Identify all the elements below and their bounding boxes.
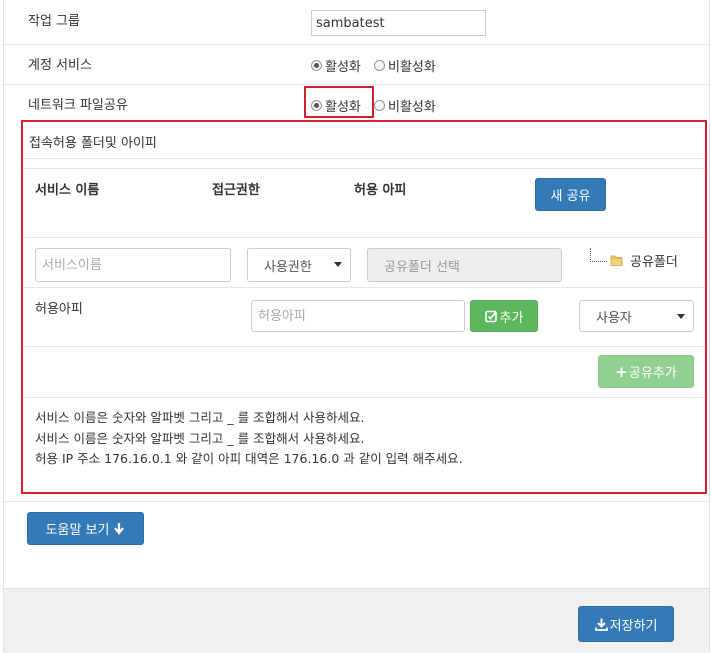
plus-icon: +	[615, 362, 628, 381]
enable-highlight-box	[304, 86, 374, 118]
allowed-ip-input[interactable]	[251, 300, 465, 332]
note-line: 서비스 이름은 숫자와 알파벳 그리고 _ 를 조합해서 사용하세요.	[35, 431, 365, 446]
arrow-down-icon	[114, 523, 125, 535]
add-share-button[interactable]: + 공유추가	[598, 355, 694, 388]
header-access: 접근권한	[212, 183, 260, 198]
header-allowed-ip: 허용 아피	[354, 183, 407, 198]
folder-icon[interactable]	[610, 253, 624, 267]
account-service-enable-label: 활성화	[325, 60, 361, 75]
download-icon	[594, 618, 608, 631]
workgroup-row: 작업 그룹	[4, 0, 709, 45]
help-button[interactable]: 도움말 보기	[27, 512, 144, 545]
samba-settings-page: 작업 그룹 계정 서비스 활성화 비활성화 네트워크 파일공유 활성화 비활성화…	[0, 0, 711, 653]
network-share-label: 네트워크 파일공유	[28, 98, 128, 113]
add-ip-button[interactable]: 추가	[470, 300, 538, 332]
permission-select-value: 사용권한	[264, 259, 312, 275]
header-service-name: 서비스 이름	[35, 183, 100, 198]
note-line: 서비스 이름은 숫자와 알파벳 그리고 _ 를 조합해서 사용하세요.	[35, 410, 365, 425]
divider	[23, 168, 705, 169]
check-square-icon	[484, 310, 497, 322]
note-line: 허용 IP 주소 176.16.0.1 와 같이 아피 대역은 176.16.0…	[35, 451, 463, 466]
workgroup-label: 작업 그룹	[28, 14, 80, 29]
account-service-disable-label: 비활성화	[388, 60, 436, 75]
network-share-disable-radio[interactable]: 비활성화	[374, 96, 436, 115]
help-button-label: 도움말 보기	[45, 523, 110, 538]
footer-bar: 저장하기	[4, 588, 709, 653]
add-ip-button-label: 추가	[499, 310, 524, 326]
radio-unchecked-icon	[374, 60, 385, 71]
permission-select[interactable]: 사용권한	[247, 248, 351, 282]
account-service-row: 계정 서비스 활성화 비활성화	[4, 44, 709, 85]
divider	[23, 237, 705, 238]
share-panel-title: 접속허용 폴더및 아이피	[29, 136, 157, 151]
service-name-input[interactable]	[35, 248, 231, 282]
save-button-label: 저장하기	[609, 618, 658, 634]
allowed-ip-label: 허용아피	[35, 302, 83, 317]
folder-select-placeholder: 공유폴더 선택	[384, 259, 460, 275]
radio-checked-icon	[311, 60, 322, 71]
right-border	[709, 0, 710, 652]
divider	[23, 397, 705, 398]
user-select[interactable]: 사용자	[579, 300, 694, 332]
user-select-value: 사용자	[596, 310, 632, 326]
new-share-button[interactable]: 새 공유	[535, 178, 606, 211]
add-share-button-label: 공유추가	[628, 366, 677, 381]
account-service-disable-radio[interactable]: 비활성화	[374, 56, 436, 75]
save-button[interactable]: 저장하기	[578, 606, 674, 642]
caret-down-icon	[334, 262, 342, 267]
divider	[4, 501, 709, 502]
tree-connector	[590, 248, 607, 262]
account-service-enable-radio[interactable]: 활성화	[311, 56, 361, 75]
folder-select-field[interactable]: 공유폴더 선택	[367, 248, 562, 282]
network-share-disable-label: 비활성화	[388, 100, 436, 115]
account-service-label: 계정 서비스	[28, 58, 92, 73]
divider	[23, 158, 705, 159]
caret-down-icon	[677, 314, 685, 319]
radio-unchecked-icon	[374, 100, 385, 111]
divider	[23, 346, 705, 347]
divider	[23, 287, 705, 288]
workgroup-input[interactable]	[311, 10, 486, 36]
tree-folder-label[interactable]: 공유폴더	[630, 251, 678, 270]
